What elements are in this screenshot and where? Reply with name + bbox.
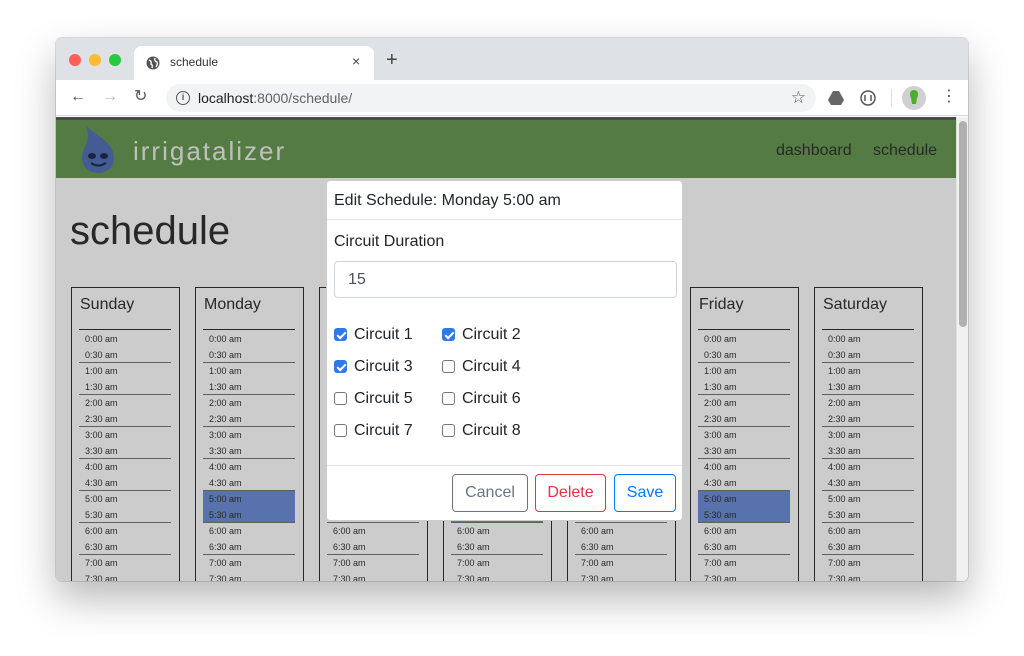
- avatar[interactable]: [902, 86, 926, 110]
- circuit-label[interactable]: Circuit 4: [462, 358, 521, 376]
- circuit-label[interactable]: Circuit 7: [354, 422, 413, 440]
- save-button[interactable]: Save: [614, 474, 676, 512]
- modal-title: Edit Schedule: Monday 5:00 am: [334, 192, 561, 209]
- browser-toolbar: ← → ↻ i localhost:8000/schedule/ ☆ ⋮: [56, 80, 968, 116]
- circuit-label[interactable]: Circuit 2: [462, 326, 521, 344]
- url-host: localhost: [198, 90, 254, 106]
- url-text: localhost:8000/schedule/: [198, 90, 352, 106]
- reload-icon[interactable]: ↻: [134, 88, 147, 106]
- checkbox-unchecked-icon[interactable]: [334, 392, 347, 405]
- checkbox-unchecked-icon[interactable]: [442, 360, 455, 373]
- checkbox-checked-icon[interactable]: [334, 328, 347, 341]
- close-tab-icon[interactable]: ×: [352, 53, 360, 69]
- modal-footer-divider: [327, 465, 682, 466]
- toolbar-divider: [891, 89, 892, 107]
- checkbox-unchecked-icon[interactable]: [334, 424, 347, 437]
- circuit-label[interactable]: Circuit 1: [354, 326, 413, 344]
- drive-icon[interactable]: [828, 91, 844, 105]
- checkbox-checked-icon[interactable]: [442, 328, 455, 341]
- scrollbar[interactable]: [956, 117, 968, 581]
- circuit-label[interactable]: Circuit 3: [354, 358, 413, 376]
- bookmark-star-icon[interactable]: ☆: [791, 88, 806, 108]
- info-icon[interactable]: i: [176, 91, 190, 105]
- minimize-window-button[interactable]: [89, 54, 101, 66]
- checkbox-unchecked-icon[interactable]: [442, 424, 455, 437]
- tab-strip: schedule × +: [56, 38, 968, 80]
- globe-icon: [146, 56, 160, 70]
- duration-input[interactable]: [334, 261, 677, 298]
- modal-header-divider: [327, 219, 682, 220]
- circuit-label[interactable]: Circuit 8: [462, 422, 521, 440]
- back-arrow-icon[interactable]: ←: [70, 88, 86, 106]
- scrollbar-thumb[interactable]: [959, 121, 967, 327]
- address-bar[interactable]: i localhost:8000/schedule/ ☆: [166, 84, 816, 112]
- checkbox-checked-icon[interactable]: [334, 360, 347, 373]
- close-window-button[interactable]: [69, 54, 81, 66]
- tab-title: schedule: [170, 55, 219, 69]
- zoom-window-button[interactable]: [109, 54, 121, 66]
- cancel-button[interactable]: Cancel: [452, 474, 528, 512]
- new-tab-button[interactable]: +: [386, 50, 398, 70]
- edit-schedule-modal: Edit Schedule: Monday 5:00 am Circuit Du…: [326, 180, 683, 521]
- circuit-label[interactable]: Circuit 6: [462, 390, 521, 408]
- browser-window: schedule × + ← → ↻ i localhost:8000/sche…: [56, 38, 968, 581]
- page-viewport: irrigatalizer dashboard schedule schedul…: [56, 117, 968, 581]
- menu-icon[interactable]: ⋮: [941, 88, 957, 106]
- circuit-label[interactable]: Circuit 5: [354, 390, 413, 408]
- delete-button[interactable]: Delete: [535, 474, 606, 512]
- extension-icon[interactable]: [860, 90, 876, 106]
- checkbox-unchecked-icon[interactable]: [442, 392, 455, 405]
- forward-arrow-icon[interactable]: →: [102, 88, 118, 106]
- url-path: :8000/schedule/: [253, 90, 353, 106]
- browser-tab[interactable]: schedule ×: [134, 46, 374, 80]
- duration-label: Circuit Duration: [334, 233, 445, 250]
